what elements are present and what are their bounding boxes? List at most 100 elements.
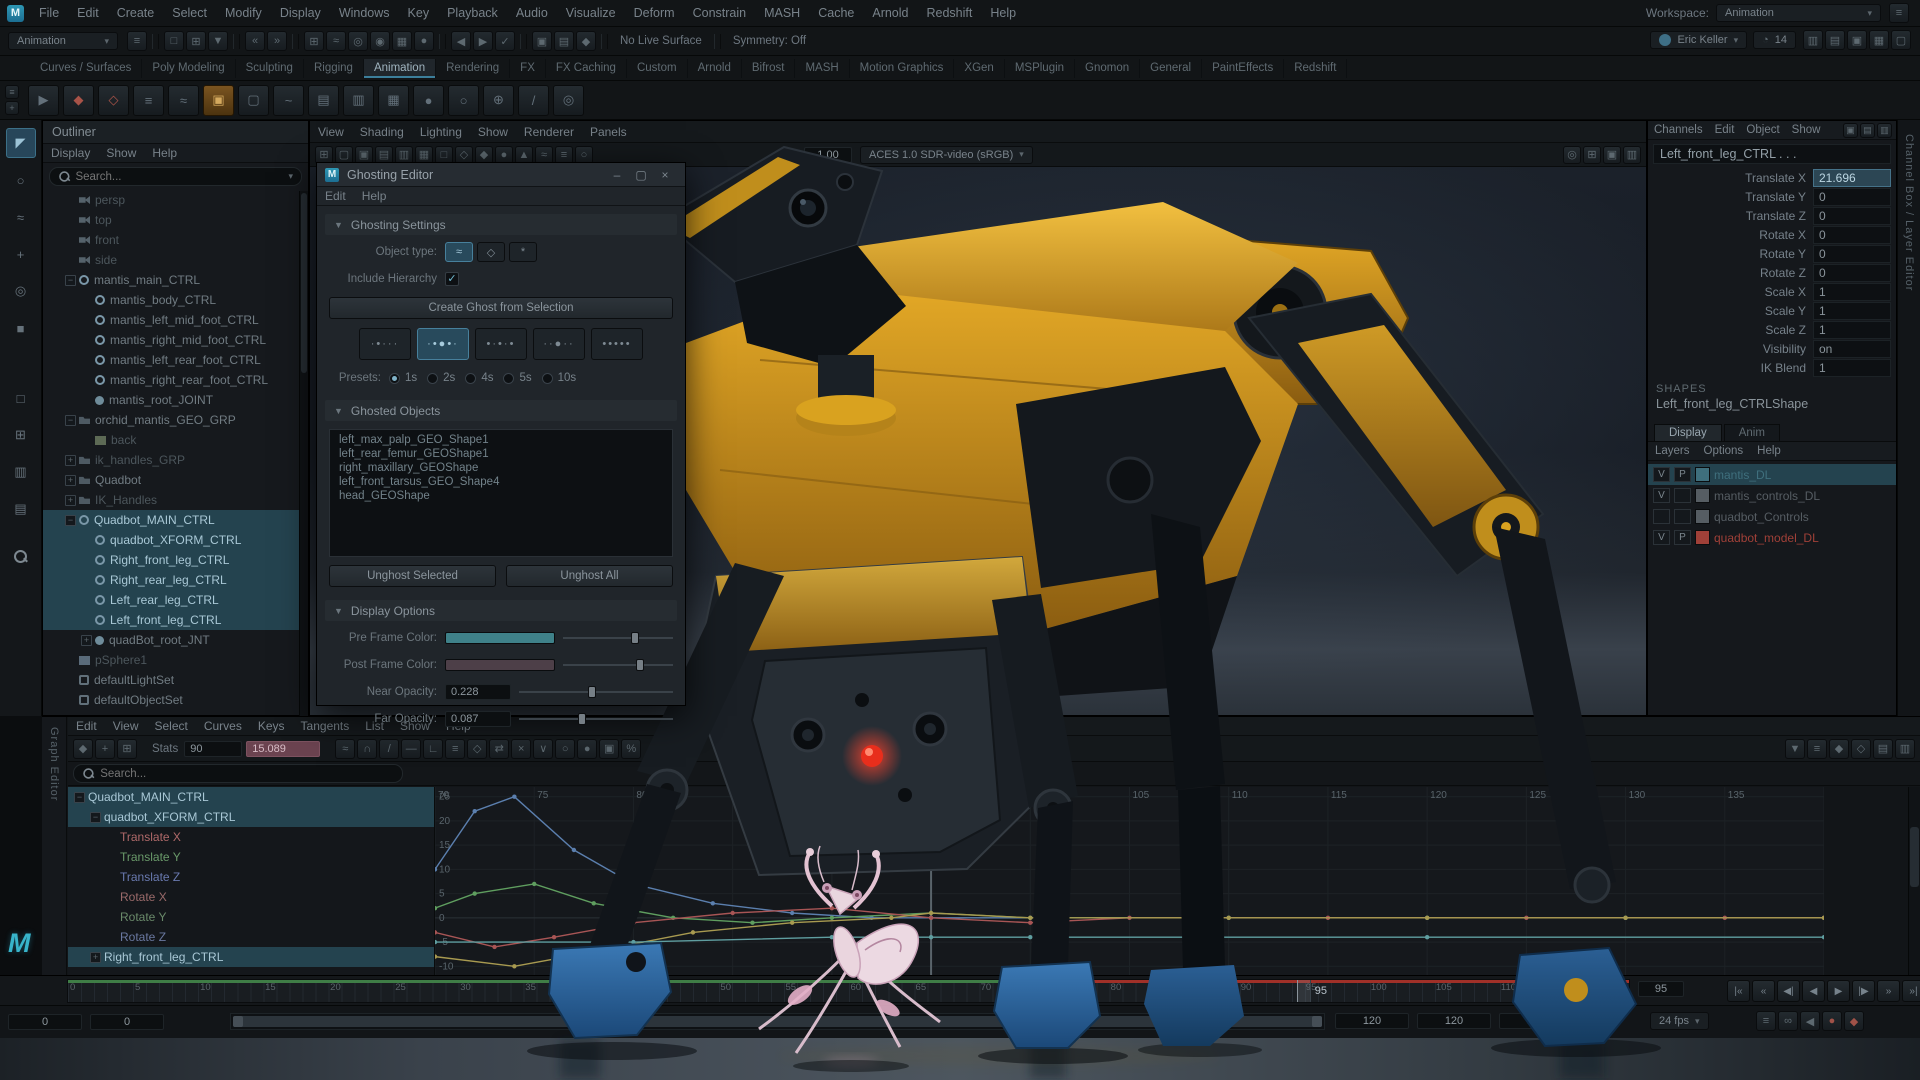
hypershade-toggle-icon[interactable]: ▤: [1825, 30, 1845, 50]
shelf-tab[interactable]: PaintEffects: [1202, 59, 1284, 78]
ghost-type-frames-icon[interactable]: ◇: [477, 242, 505, 262]
shelf-tab[interactable]: MASH: [795, 59, 849, 78]
pre-frame-color-slider[interactable]: [563, 631, 673, 645]
attribute-editor-toggle-icon[interactable]: ▣: [1847, 30, 1867, 50]
time-remaining-badge[interactable]: ◔14: [1753, 31, 1796, 49]
gate-mask-icon[interactable]: ▥: [395, 146, 413, 164]
close-icon[interactable]: ×: [653, 168, 677, 182]
menubar-item[interactable]: File: [30, 6, 68, 20]
post-frame-color-swatch[interactable]: [445, 659, 555, 671]
channel-box-menu-item[interactable]: Edit: [1709, 124, 1741, 136]
graph-channel-item[interactable]: Translate Z: [68, 867, 434, 887]
menubar-item[interactable]: Help: [981, 6, 1025, 20]
time-editor-icon[interactable]: ▦: [378, 85, 409, 116]
graph-channel-item[interactable]: Translate Y: [68, 847, 434, 867]
camera-attributes-icon[interactable]: ▢: [335, 146, 353, 164]
shelf-tab[interactable]: MSPlugin: [1005, 59, 1075, 78]
expand-toggle-icon[interactable]: +: [90, 952, 101, 963]
shelf-tab[interactable]: Custom: [627, 59, 688, 78]
free-tangent-weight-icon[interactable]: ○: [555, 739, 575, 759]
outliner-item[interactable]: + Quadbot: [43, 470, 308, 490]
layer-visibility-toggle[interactable]: V: [1653, 530, 1670, 545]
render-frame-icon[interactable]: ▣: [532, 31, 552, 51]
colorspace-selector[interactable]: ACES 1.0 SDR-video (sRGB)▾: [860, 146, 1033, 164]
wireframe-icon[interactable]: ⊞: [1583, 146, 1601, 164]
grid-toggle-icon[interactable]: ⊞: [315, 146, 333, 164]
menubar-item[interactable]: Select: [163, 6, 216, 20]
outliner-item[interactable]: + IK_Handles: [43, 490, 308, 510]
mantis_controls_DL[interactable]: V mantis_controls_DL: [1648, 485, 1896, 506]
viewport-menu-item[interactable]: Show: [470, 125, 516, 139]
break-tangents-icon[interactable]: ×: [511, 739, 531, 759]
channel-row[interactable]: Visibility on: [1653, 339, 1891, 358]
channel-row[interactable]: Scale Z 1: [1653, 320, 1891, 339]
editable-motion-trail-icon[interactable]: ~: [273, 85, 304, 116]
move-tool-icon[interactable]: +: [6, 239, 36, 269]
outliner-item[interactable]: − Quadbot_MAIN_CTRL: [43, 510, 308, 530]
preset-radio[interactable]: 5s: [503, 372, 531, 384]
outliner-item[interactable]: − mantis_main_CTRL: [43, 270, 308, 290]
shelf-tab[interactable]: Poly Modeling: [142, 59, 235, 78]
divider[interactable]: [520, 34, 527, 49]
xray-toggle-icon[interactable]: ○: [575, 146, 593, 164]
step-tangent-icon[interactable]: ∟: [423, 739, 443, 759]
expand-toggle-icon[interactable]: +: [65, 495, 76, 506]
ik-handle-icon[interactable]: /: [518, 85, 549, 116]
range-start-handle[interactable]: [233, 1016, 243, 1027]
outliner-item[interactable]: side: [43, 250, 308, 270]
range-slider-track[interactable]: [230, 1013, 1325, 1030]
channel-row[interactable]: Translate Z 0: [1653, 206, 1891, 225]
scale-tool-icon[interactable]: ■: [6, 313, 36, 343]
snap-point-icon[interactable]: ◎: [348, 31, 368, 51]
layer-color-swatch[interactable]: [1695, 467, 1710, 482]
stats-value-field[interactable]: 15.089: [246, 741, 320, 757]
shape-name[interactable]: Left_front_leg_CTRLShape: [1648, 396, 1896, 412]
outliner-item[interactable]: mantis_right_rear_foot_CTRL: [43, 370, 308, 390]
shelf-tab[interactable]: Sculpting: [236, 59, 304, 78]
ghosting-settings-section[interactable]: ▼ Ghosting Settings: [325, 214, 677, 235]
channel-row[interactable]: Rotate Z 0: [1653, 263, 1891, 282]
range-end-handle[interactable]: [1312, 1016, 1322, 1027]
snap-grid-icon[interactable]: ⊞: [304, 31, 324, 51]
go-to-end-button[interactable]: »|: [1902, 980, 1920, 1002]
render-settings-icon[interactable]: ◆: [576, 31, 596, 51]
outliner-item[interactable]: defaultLightSet: [43, 670, 308, 690]
ghost-preset-current-icon[interactable]: ··●··: [533, 328, 585, 360]
animation-end-field[interactable]: 120: [1417, 1013, 1491, 1029]
selection-mask-icon[interactable]: ≡: [127, 31, 147, 51]
minimize-icon[interactable]: –: [605, 168, 629, 182]
ipr-render-icon[interactable]: ▤: [554, 31, 574, 51]
channel-row[interactable]: Rotate X 0: [1653, 225, 1891, 244]
shelf-tab[interactable]: Animation: [364, 59, 436, 78]
channel-value-field[interactable]: 1: [1813, 302, 1891, 320]
outliner-item[interactable]: mantis_left_rear_foot_CTRL: [43, 350, 308, 370]
unghost-all-button[interactable]: Unghost All: [506, 565, 673, 587]
display-toggle-icon[interactable]: ▥: [1877, 123, 1892, 138]
graph-editor-menu-item[interactable]: Edit: [68, 719, 105, 733]
safe-action-icon[interactable]: □: [435, 146, 453, 164]
outliner-item[interactable]: front: [43, 230, 308, 250]
set-driven-key-icon[interactable]: ◎: [553, 85, 584, 116]
ghosted-objects-section[interactable]: ▼ Ghosted Objects: [325, 400, 677, 421]
stats-frame-field[interactable]: 90: [184, 741, 242, 757]
graph-channel-item[interactable]: − quadbot_XFORM_CTRL: [68, 807, 434, 827]
normalize-curves-icon[interactable]: %: [621, 739, 641, 759]
ghosting-editor-window[interactable]: M Ghosting Editor –▢× EditHelp ▼ Ghostin…: [316, 162, 686, 706]
shelf-tab[interactable]: Bifrost: [742, 59, 796, 78]
value-snap-icon[interactable]: ◇: [1851, 739, 1871, 759]
layer-playback-toggle[interactable]: [1674, 488, 1691, 503]
four-pane-layout-icon[interactable]: ⊞: [6, 420, 36, 450]
channel-row[interactable]: Scale X 1: [1653, 282, 1891, 301]
set-key-icon[interactable]: ◆: [63, 85, 94, 116]
outliner-item[interactable]: − orchid_mantis_GEO_GRP: [43, 410, 308, 430]
graph-editor-menu-item[interactable]: Curves: [196, 719, 250, 733]
field-chart-icon[interactable]: ▦: [415, 146, 433, 164]
outliner-item[interactable]: mantis_left_mid_foot_CTRL: [43, 310, 308, 330]
viewport-menu-item[interactable]: Shading: [352, 125, 412, 139]
menubar-item[interactable]: Constrain: [684, 6, 756, 20]
rotate-tool-icon[interactable]: ◎: [6, 276, 36, 306]
ghosted-object-item[interactable]: right_maxillary_GEOShape: [330, 461, 672, 475]
create-ghost-button[interactable]: Create Ghost from Selection: [329, 297, 673, 319]
far-opacity-field[interactable]: [445, 711, 511, 727]
isolate-select-icon[interactable]: ◎: [1563, 146, 1581, 164]
